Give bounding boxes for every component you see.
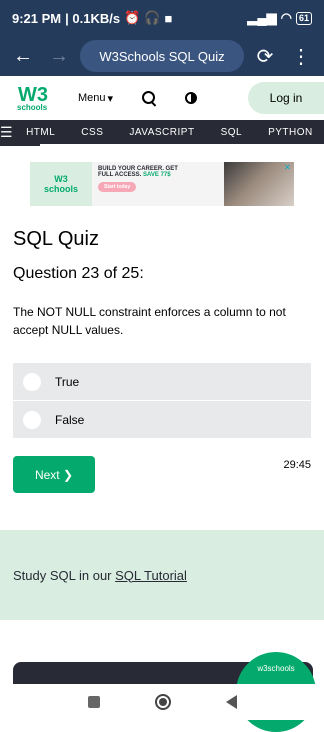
page-title: SQL Quiz xyxy=(13,228,99,250)
nav-javascript[interactable]: JAVASCRIPT xyxy=(116,127,207,138)
back-icon[interactable] xyxy=(225,695,237,709)
next-button[interactable]: Next ❯ xyxy=(13,456,95,493)
site-header: W3 schools Menu ▾ Log in xyxy=(0,76,324,120)
ad-close-icon[interactable]: ✕ xyxy=(284,164,292,172)
signal-icon: ▂▄▆ xyxy=(247,10,277,25)
battery-icon: 61 xyxy=(295,11,312,25)
ad-logo: W3 schools xyxy=(30,162,92,206)
wifi-icon: ◠ xyxy=(280,10,292,25)
caret-down-icon: ▾ xyxy=(107,92,114,105)
hamburger-icon[interactable]: ☰ xyxy=(0,124,13,141)
more-vertical-icon[interactable]: ⋮ xyxy=(286,41,316,71)
study-banner: Study SQL in our SQL Tutorial xyxy=(0,530,324,620)
quiz-content: SQL Quiz Question 23 of 25: The NOT NULL… xyxy=(0,228,324,493)
answer-options: True False xyxy=(13,363,311,438)
sql-tutorial-link[interactable]: SQL Tutorial xyxy=(115,568,187,583)
nav-active-indicator xyxy=(0,144,40,146)
nav-sql[interactable]: SQL xyxy=(208,127,256,138)
quiz-actions: Next ❯ 29:45 xyxy=(13,456,311,493)
forward-arrow-icon[interactable]: → xyxy=(44,41,74,71)
nav-python[interactable]: PYTHON xyxy=(255,127,324,138)
network-speed: | 0.1KB/s xyxy=(65,10,121,26)
login-button[interactable]: Log in xyxy=(248,82,324,114)
question-text: The NOT NULL constraint enforces a colum… xyxy=(13,305,286,337)
option-true[interactable]: True xyxy=(13,363,311,400)
w3schools-logo[interactable]: W3 schools xyxy=(14,80,50,116)
radio-button[interactable] xyxy=(23,372,41,391)
clock: 9:21 PM xyxy=(12,10,62,26)
headphones-icon: 🎧 xyxy=(144,10,161,25)
status-bar: 9:21 PM | 0.1KB/s ⏰ 🎧 ■ ▂▄▆ ◠ 61 xyxy=(0,0,324,36)
topic-nav: ☰ HTML CSS JAVASCRIPT SQL PYTHON xyxy=(0,120,324,144)
nav-html[interactable]: HTML xyxy=(13,127,68,138)
option-false[interactable]: False xyxy=(13,401,311,438)
reload-icon[interactable]: ⟳ xyxy=(250,41,280,71)
back-arrow-icon[interactable]: ← xyxy=(8,41,38,71)
menu-button[interactable]: Menu ▾ xyxy=(78,92,113,105)
search-icon[interactable] xyxy=(141,90,157,106)
contrast-toggle-icon[interactable] xyxy=(185,92,198,104)
url-bar[interactable]: W3Schools SQL Quiz xyxy=(80,40,244,72)
radio-button[interactable] xyxy=(23,410,41,429)
ad-copy: BUILD YOUR CAREER. GET FULL ACCESS. SAVE… xyxy=(98,166,178,192)
ad-banner[interactable]: W3 schools BUILD YOUR CAREER. GET FULL A… xyxy=(30,162,294,206)
home-icon[interactable] xyxy=(154,694,171,710)
recents-icon[interactable] xyxy=(87,696,100,708)
video-icon: ■ xyxy=(164,10,173,26)
nav-css[interactable]: CSS xyxy=(68,127,116,138)
question-number: Question 23 of 25: xyxy=(13,265,144,282)
quiz-timer: 29:45 xyxy=(283,459,311,471)
browser-toolbar: ← → W3Schools SQL Quiz ⟳ ⋮ xyxy=(0,36,324,76)
ad-cta[interactable]: Start today xyxy=(98,182,137,192)
system-nav-bar xyxy=(0,684,324,720)
alarm-icon: ⏰ xyxy=(124,10,141,25)
